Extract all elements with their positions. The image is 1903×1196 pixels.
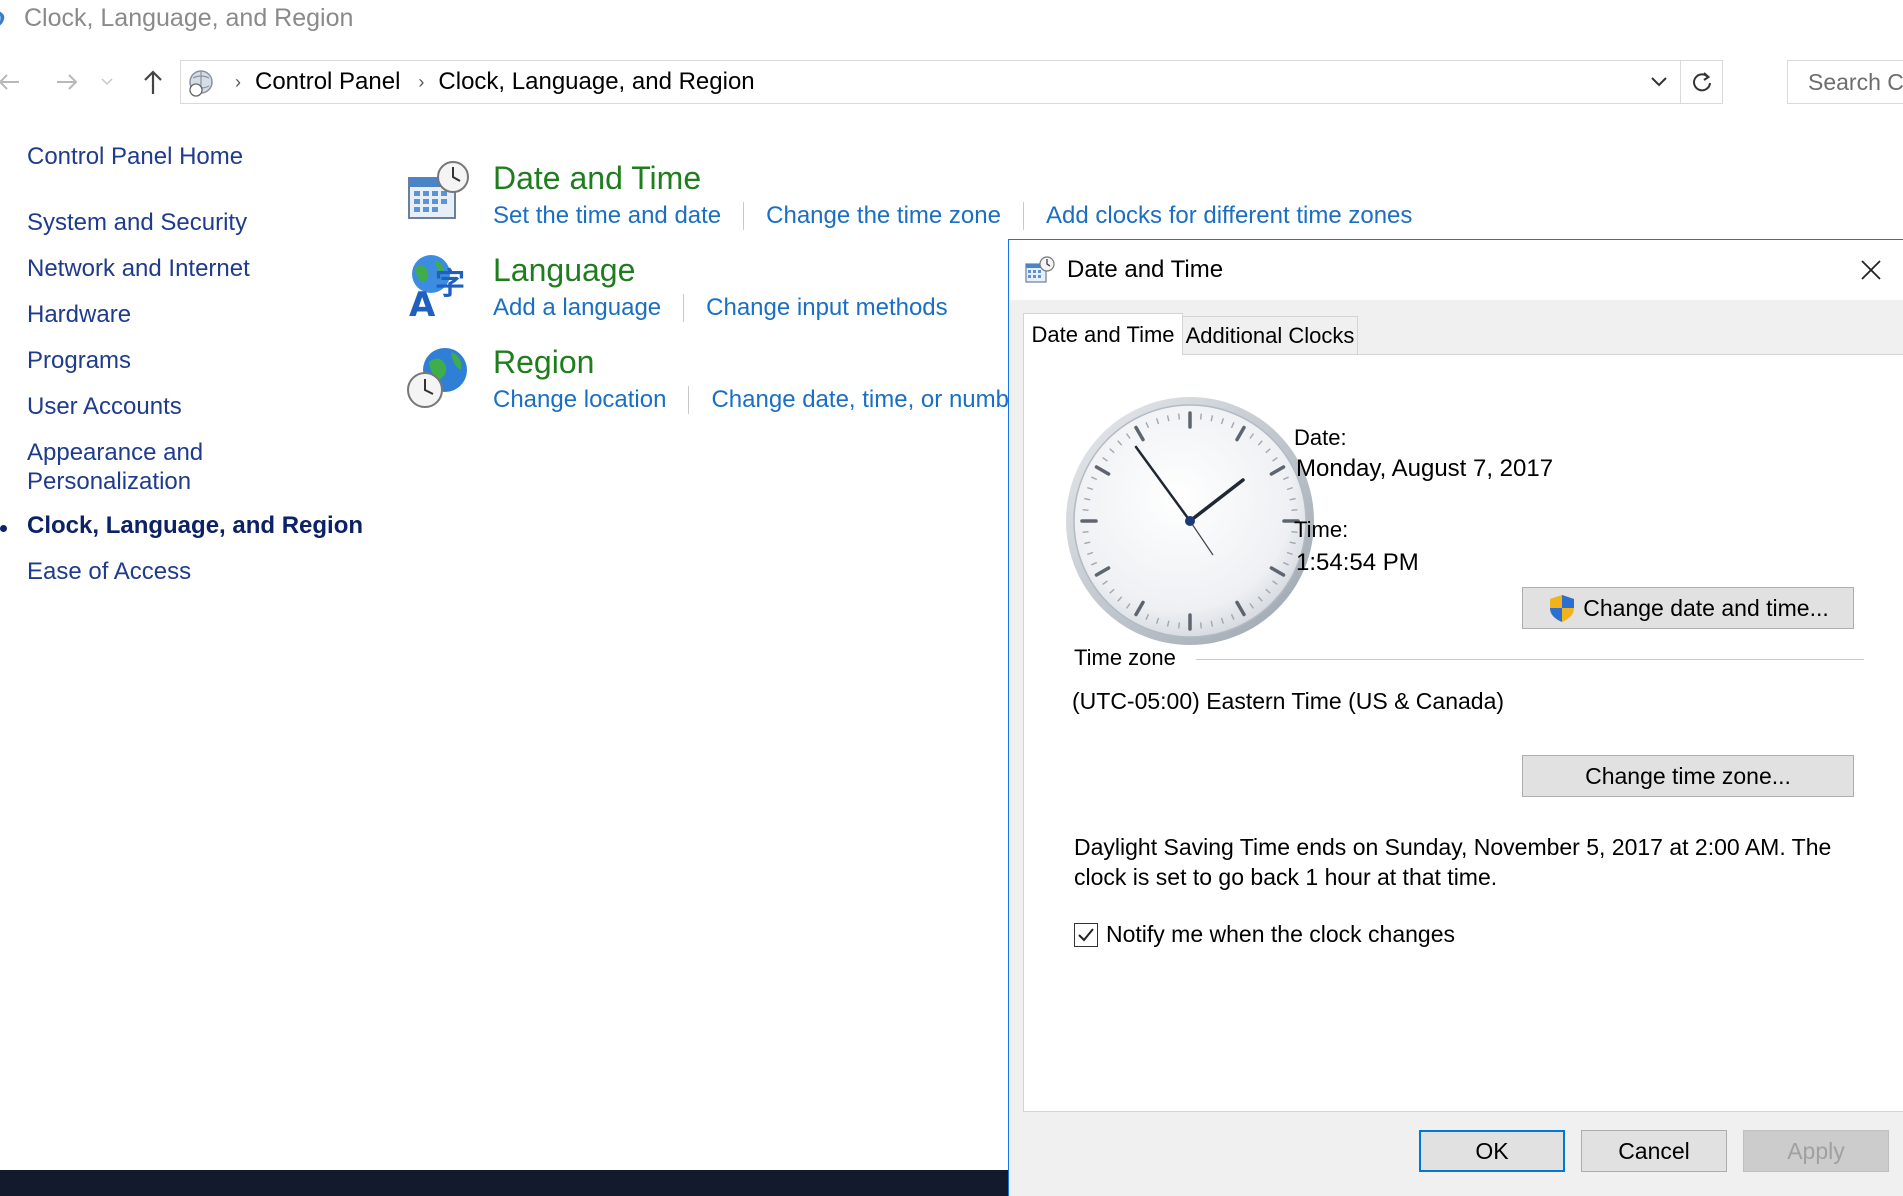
- taskbar: [0, 1170, 1010, 1196]
- svg-text:字: 字: [435, 267, 465, 302]
- breadcrumb-separator-icon[interactable]: ›: [235, 72, 241, 93]
- calendar-clock-icon[interactable]: [405, 160, 473, 228]
- cancel-button[interactable]: Cancel: [1581, 1130, 1727, 1172]
- link-set-time-and-date[interactable]: Set the time and date: [493, 202, 721, 230]
- refresh-icon[interactable]: [1680, 61, 1722, 103]
- globe-language-icon[interactable]: A 字: [405, 252, 473, 320]
- timezone-group-label: Time zone: [1074, 645, 1176, 670]
- checkmark-icon: [1078, 928, 1094, 942]
- address-bar[interactable]: › Control Panel › Clock, Language, and R…: [180, 60, 1723, 104]
- nav-user-accounts[interactable]: User Accounts: [27, 392, 182, 422]
- analog-clock-icon: [1066, 397, 1314, 645]
- time-label: Time:: [1294, 517, 1349, 542]
- address-controls: [1638, 61, 1722, 103]
- recent-locations-chevron-icon[interactable]: [96, 64, 118, 100]
- search-input[interactable]: [1806, 67, 1903, 97]
- breadcrumb-control-panel[interactable]: Control Panel: [255, 68, 400, 96]
- link-add-language[interactable]: Add a language: [493, 294, 661, 322]
- category-links-language: Add a language Change input methods: [493, 294, 948, 322]
- control-panel-globe-icon: [189, 70, 213, 97]
- forward-arrow-icon[interactable]: [50, 64, 84, 100]
- nav-network-and-internet[interactable]: Network and Internet: [27, 254, 250, 284]
- tab-panel-date-and-time: Date: Monday, August 7, 2017 Time: 1:54:…: [1023, 354, 1903, 1112]
- link-divider: [688, 386, 690, 414]
- svg-text:A: A: [409, 285, 436, 320]
- link-divider: [683, 294, 685, 322]
- nav-appearance-line1[interactable]: Appearance and: [27, 438, 203, 468]
- tab-additional-clocks[interactable]: Additional Clocks: [1182, 316, 1358, 356]
- nav-clock-language-region[interactable]: Clock, Language, and Region: [27, 511, 363, 541]
- link-divider: [1022, 202, 1024, 230]
- link-add-clocks[interactable]: Add clocks for different time zones: [1046, 202, 1412, 230]
- tab-date-and-time[interactable]: Date and Time: [1023, 313, 1183, 355]
- window-title: Clock, Language, and Region: [24, 3, 354, 32]
- search-box[interactable]: [1787, 60, 1903, 104]
- category-links-date-and-time: Set the time and date Change the time zo…: [493, 202, 1412, 230]
- category-title-language[interactable]: Language: [493, 252, 635, 289]
- nav-appearance-line2[interactable]: Personalization: [27, 467, 191, 497]
- address-history-dropdown-icon[interactable]: [1638, 61, 1680, 103]
- breadcrumb-current[interactable]: Clock, Language, and Region: [438, 68, 754, 96]
- nav-programs[interactable]: Programs: [27, 346, 131, 376]
- date-time-dialog: Date and Time Date and Time Additional C…: [1008, 239, 1903, 1196]
- link-divider: [743, 202, 745, 230]
- category-links-region: Change location Change date, time, or nu…: [493, 386, 1009, 414]
- ok-button[interactable]: OK: [1419, 1130, 1565, 1172]
- date-value: Monday, August 7, 2017: [1296, 455, 1554, 482]
- change-date-time-button[interactable]: Change date and time...: [1522, 587, 1854, 629]
- apply-button[interactable]: Apply: [1743, 1130, 1889, 1172]
- dialog-title-bar: Date and Time: [1009, 240, 1903, 300]
- back-arrow-icon[interactable]: [0, 64, 26, 100]
- nav-ease-of-access[interactable]: Ease of Access: [27, 557, 191, 587]
- link-change-input-methods[interactable]: Change input methods: [706, 294, 948, 322]
- timezone-value: (UTC-05:00) Eastern Time (US & Canada): [1072, 688, 1505, 714]
- dst-info-line2: clock is set to go back 1 hour at that t…: [1074, 864, 1498, 890]
- uac-shield-icon: [1550, 595, 1575, 622]
- group-divider: [1196, 659, 1864, 660]
- window-title-bar: Clock, Language, and Region: [0, 0, 1903, 36]
- current-section-bullet: [0, 525, 7, 532]
- breadcrumb-separator-icon[interactable]: ›: [418, 72, 424, 93]
- link-change-location[interactable]: Change location: [493, 386, 666, 414]
- notify-checkbox-label[interactable]: Notify me when the clock changes: [1106, 921, 1455, 948]
- category-title-region[interactable]: Region: [493, 344, 594, 381]
- time-value: 1:54:54 PM: [1296, 549, 1419, 576]
- close-icon[interactable]: [1855, 254, 1887, 286]
- dst-info-line1: Daylight Saving Time ends on Sunday, Nov…: [1074, 834, 1832, 860]
- notify-checkbox[interactable]: [1074, 923, 1098, 947]
- nav-control-panel-home[interactable]: Control Panel Home: [27, 142, 243, 172]
- calendar-clock-icon: [1025, 256, 1055, 283]
- control-panel-icon: [0, 11, 5, 26]
- navigation-bar: › Control Panel › Clock, Language, and R…: [0, 58, 1903, 106]
- up-arrow-icon[interactable]: [136, 64, 170, 100]
- globe-clock-icon[interactable]: [405, 344, 473, 412]
- change-date-time-label: Change date and time...: [1583, 594, 1829, 621]
- date-label: Date:: [1294, 425, 1347, 450]
- nav-system-and-security[interactable]: System and Security: [27, 208, 247, 238]
- dialog-title: Date and Time: [1067, 256, 1224, 283]
- link-change-time-zone[interactable]: Change the time zone: [766, 202, 1001, 230]
- category-title-date-and-time[interactable]: Date and Time: [493, 160, 701, 197]
- change-timezone-button[interactable]: Change time zone...: [1522, 755, 1854, 797]
- nav-hardware[interactable]: Hardware: [27, 300, 131, 330]
- link-change-date-time-numbers[interactable]: Change date, time, or numb: [711, 386, 1009, 414]
